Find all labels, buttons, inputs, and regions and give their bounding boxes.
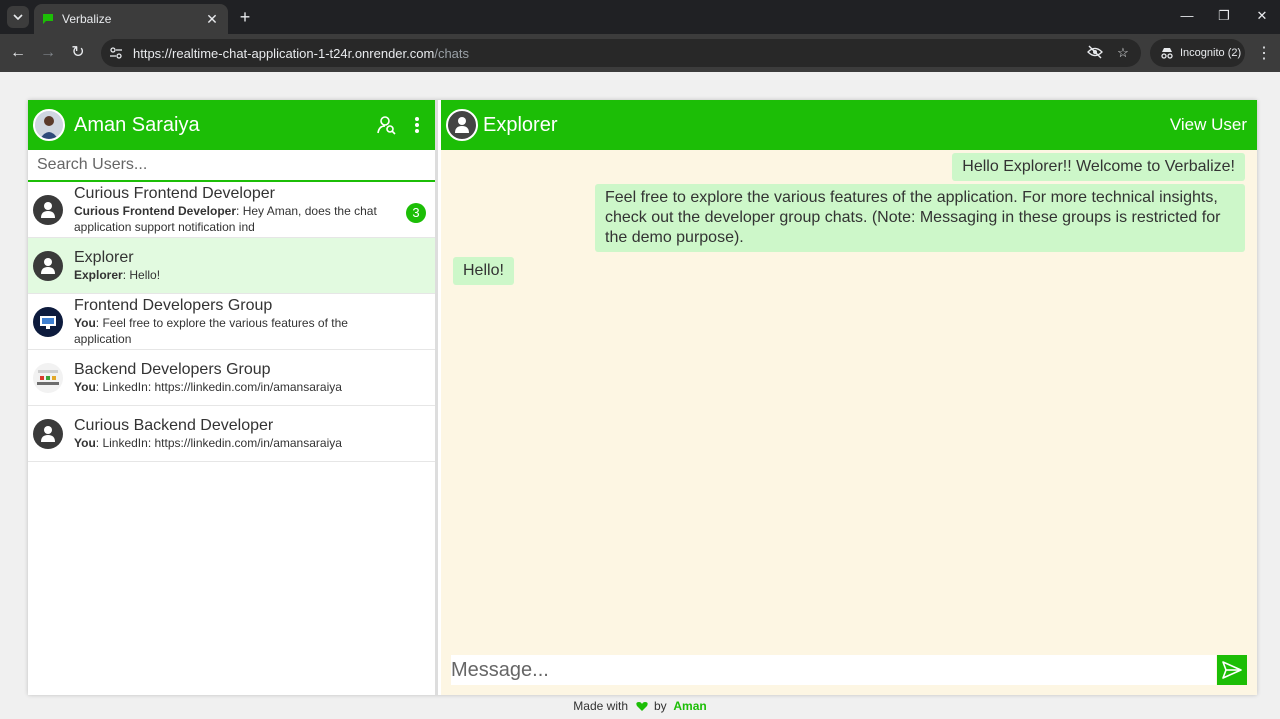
close-icon[interactable]: ✕ <box>204 11 220 28</box>
eye-off-icon[interactable] <box>1085 45 1105 62</box>
message-bubble: Feel free to explore the various feature… <box>595 184 1245 252</box>
footer-author-link[interactable]: Aman <box>673 699 706 713</box>
star-icon[interactable]: ☆ <box>1113 45 1133 61</box>
tab-list-button[interactable] <box>7 6 29 28</box>
list-item[interactable]: Frontend Developers Group You: Feel free… <box>28 294 435 350</box>
avatar[interactable] <box>446 109 478 141</box>
arrow-left-icon[interactable]: ← <box>8 43 28 63</box>
message-list: Hello Explorer!! Welcome to Verbalize! F… <box>441 150 1257 650</box>
current-user-name: Aman Saraiya <box>74 113 200 136</box>
browser-tab[interactable]: Verbalize ✕ <box>34 4 228 34</box>
chat-preview: You: LinkedIn: https://linkedin.com/in/a… <box>74 436 342 450</box>
unread-badge: 3 <box>406 203 426 223</box>
reload-icon[interactable]: ↻ <box>68 43 88 63</box>
page-footer: Made with by Aman <box>0 699 1280 713</box>
list-item[interactable]: Explorer Explorer: Hello! <box>28 238 435 294</box>
conversation-header: Explorer View User <box>441 100 1257 150</box>
default-user-icon <box>33 194 63 225</box>
search-input[interactable] <box>37 156 435 174</box>
chat-app: Aman Saraiya Curious Frontend Developer … <box>28 100 1257 695</box>
peer-name: Explorer <box>483 113 558 136</box>
message-bubble: Hello! <box>453 257 514 285</box>
plus-icon[interactable]: + <box>236 7 254 27</box>
conversation-pane: Explorer View User Hello Explorer!! Welc… <box>441 100 1257 695</box>
browser-tab-bar: Verbalize ✕ + — ❐ ✕ <box>0 0 1280 34</box>
url-text: https://realtime-chat-application-1-t24r… <box>133 45 470 61</box>
default-user-icon <box>33 250 63 281</box>
browser-toolbar: ← → ↻ https://realtime-chat-application-… <box>0 34 1280 72</box>
list-item[interactable]: Curious Backend Developer You: LinkedIn:… <box>28 406 435 462</box>
chevron-down-icon <box>13 14 23 20</box>
chat-name: Backend Developers Group <box>74 361 271 378</box>
incognito-icon <box>1161 48 1173 59</box>
window-close-icon[interactable]: ✕ <box>1252 8 1272 24</box>
incognito-indicator[interactable]: Incognito (2) <box>1150 39 1245 67</box>
footer-made-with: Made with <box>573 699 628 713</box>
default-user-icon <box>455 117 469 133</box>
message-bubble: Hello Explorer!! Welcome to Verbalize! <box>952 153 1245 181</box>
chat-name: Curious Backend Developer <box>74 417 274 434</box>
arrow-right-icon[interactable]: → <box>38 43 58 63</box>
restore-icon[interactable]: ❐ <box>1214 8 1234 24</box>
sidebar-header: Aman Saraiya <box>28 100 435 150</box>
chat-preview: You: LinkedIn: https://linkedin.com/in/a… <box>74 380 342 394</box>
kebab-icon[interactable] <box>405 113 429 137</box>
user-search-icon[interactable] <box>375 113 399 137</box>
address-bar[interactable]: https://realtime-chat-application-1-t24r… <box>101 39 1141 67</box>
default-user-icon <box>33 418 63 449</box>
send-button[interactable] <box>1217 655 1247 685</box>
tune-icon[interactable] <box>109 46 123 60</box>
incognito-label: Incognito (2) <box>1180 47 1242 59</box>
send-icon <box>1222 661 1242 679</box>
footer-by: by <box>654 699 667 713</box>
chat-name: Explorer <box>74 249 134 266</box>
monitor-group-icon <box>33 306 63 337</box>
chat-list: Curious Frontend Developer Curious Front… <box>28 182 435 462</box>
heart-icon <box>636 702 648 712</box>
minimize-icon[interactable]: — <box>1177 8 1197 23</box>
search-bar <box>28 150 435 182</box>
chat-name: Curious Frontend Developer <box>74 185 275 202</box>
avatar[interactable] <box>33 109 65 141</box>
kebab-icon[interactable]: ⋮ <box>1254 43 1274 63</box>
chat-preview: Explorer: Hello! <box>74 268 161 282</box>
chat-bubble-icon <box>43 14 53 24</box>
sidebar: Aman Saraiya Curious Frontend Developer … <box>28 100 438 695</box>
node-group-icon <box>33 362 63 393</box>
chat-preview: Curious Frontend Developer: Hey Aman, do… <box>74 204 377 234</box>
list-item[interactable]: Backend Developers Group You: LinkedIn: … <box>28 350 435 406</box>
chat-preview: You: Feel free to explore the various fe… <box>74 316 348 346</box>
tab-title: Verbalize <box>62 12 112 26</box>
view-user-button[interactable]: View User <box>1170 115 1247 135</box>
message-input[interactable] <box>451 655 1216 685</box>
message-composer <box>451 655 1247 687</box>
chat-name: Frontend Developers Group <box>74 297 273 314</box>
list-item[interactable]: Curious Frontend Developer Curious Front… <box>28 182 435 238</box>
